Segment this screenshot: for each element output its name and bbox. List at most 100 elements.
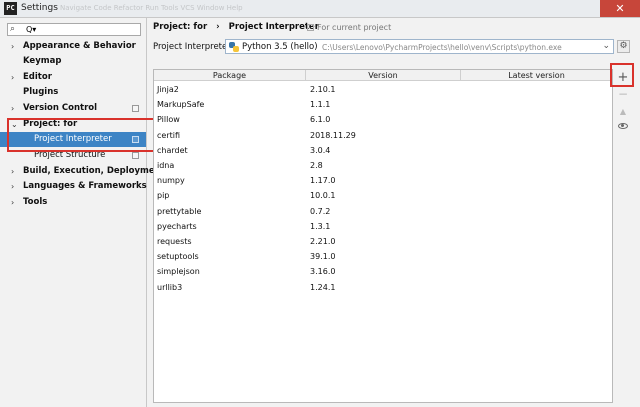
table-row[interactable]: urllib3 1.24.1 bbox=[154, 280, 612, 295]
table-row[interactable]: certifi 2018.11.29 bbox=[154, 128, 612, 143]
packages-table: Package Version Latest version Jinja2 2.1… bbox=[153, 69, 613, 403]
breadcrumb-project: Project: for bbox=[153, 22, 208, 32]
sidebar-item-label: Project Interpreter bbox=[34, 134, 112, 144]
package-name: setuptools bbox=[157, 252, 199, 262]
sidebar-item-plugins[interactable]: Plugins bbox=[0, 85, 146, 100]
sidebar-item-label: Languages & Frameworks bbox=[23, 181, 147, 191]
settings-sidebar: ⌕ › Appearance & Behavior Keymap › Edito… bbox=[0, 18, 165, 407]
package-version: 1.17.0 bbox=[310, 176, 336, 186]
close-window-button[interactable]: ✕ bbox=[600, 0, 640, 17]
table-row[interactable]: numpy 1.17.0 bbox=[154, 173, 612, 188]
expand-arrow-icon: › bbox=[11, 182, 15, 191]
table-row[interactable]: pyecharts 1.3.1 bbox=[154, 219, 612, 234]
sidebar-item-label: Plugins bbox=[23, 87, 59, 97]
window-title: Settings bbox=[21, 3, 58, 13]
column-header-latest-version[interactable]: Latest version bbox=[461, 70, 612, 81]
package-version: 1.24.1 bbox=[310, 282, 336, 292]
project-scope-icon bbox=[132, 136, 139, 143]
package-name: numpy bbox=[157, 176, 185, 186]
sidebar-item-label: Project: for bbox=[23, 119, 78, 129]
project-scope-icon bbox=[132, 105, 139, 112]
expand-arrow-icon: › bbox=[11, 73, 15, 82]
sidebar-item-project[interactable]: ⌄ Project: for bbox=[0, 117, 146, 132]
package-version: 6.1.0 bbox=[310, 115, 331, 125]
package-version: 3.16.0 bbox=[310, 267, 336, 277]
for-current-project-label: For current project bbox=[317, 23, 392, 32]
table-row[interactable]: pip 10.0.1 bbox=[154, 188, 612, 203]
page-title: Project Interpreter bbox=[228, 22, 319, 32]
package-version: 2.21.0 bbox=[310, 237, 336, 246]
background-menu-bar: Navigate Code Refactor Run Tools VCS Win… bbox=[60, 4, 243, 12]
package-name: pip bbox=[157, 191, 170, 201]
sidebar-item-label: Build, Execution, Deployment bbox=[23, 166, 165, 176]
table-row[interactable]: Pillow 6.1.0 bbox=[154, 112, 612, 127]
interpreter-name: Python 3.5 (hello) bbox=[242, 42, 318, 52]
package-name: MarkupSafe bbox=[157, 100, 205, 110]
expand-arrow-icon: › bbox=[11, 42, 15, 51]
sidebar-item-languages[interactable]: › Languages & Frameworks bbox=[0, 179, 147, 194]
interpreter-label: Project Interpreter: bbox=[153, 42, 234, 52]
interpreter-path: C:\Users\Lenovo\PycharmProjects\hello\ve… bbox=[322, 42, 562, 52]
package-name: requests bbox=[157, 237, 192, 246]
table-row[interactable]: simplejson 3.16.0 bbox=[154, 264, 612, 279]
expand-arrow-icon: › bbox=[11, 198, 15, 207]
sidebar-item-build[interactable]: › Build, Execution, Deployment bbox=[0, 164, 165, 179]
upgrade-package-button[interactable]: ▲ bbox=[616, 105, 630, 119]
table-row[interactable]: MarkupSafe 1.1.1 bbox=[154, 97, 612, 112]
column-header-version[interactable]: Version bbox=[306, 70, 461, 81]
remove-package-button[interactable]: − bbox=[616, 88, 630, 102]
collapse-arrow-icon: ⌄ bbox=[11, 120, 18, 129]
title-bar: PC Settings Navigate Code Refactor Run T… bbox=[0, 0, 640, 18]
package-version: 2018.11.29 bbox=[310, 130, 356, 140]
sidebar-item-project-interpreter[interactable]: Project Interpreter bbox=[0, 132, 146, 147]
for-current-project-note: For current project bbox=[307, 23, 391, 32]
interpreter-select[interactable]: Python 3.5 (hello) C:\Users\Lenovo\Pycha… bbox=[225, 39, 614, 54]
project-scope-icon bbox=[132, 152, 139, 159]
package-version: 3.0.4 bbox=[310, 145, 331, 155]
package-name: urllib3 bbox=[157, 282, 183, 292]
sidebar-item-label: Appearance & Behavior bbox=[23, 41, 136, 51]
package-name: Pillow bbox=[157, 115, 180, 125]
table-row[interactable]: setuptools 39.1.0 bbox=[154, 249, 612, 264]
table-row[interactable]: Jinja2 2.10.1 bbox=[154, 82, 612, 97]
package-version: 0.7.2 bbox=[310, 206, 331, 216]
expand-arrow-icon: › bbox=[11, 104, 15, 113]
package-version: 2.10.1 bbox=[310, 85, 336, 94]
table-row[interactable]: prettytable 0.7.2 bbox=[154, 204, 612, 219]
sidebar-item-version-control[interactable]: › Version Control bbox=[0, 101, 146, 116]
package-name: simplejson bbox=[157, 267, 200, 277]
python-icon bbox=[229, 42, 239, 52]
package-version: 10.0.1 bbox=[310, 191, 336, 201]
package-name: chardet bbox=[157, 145, 188, 155]
breadcrumb-separator: › bbox=[216, 22, 220, 32]
sidebar-item-label: Project Structure bbox=[34, 150, 106, 160]
sidebar-item-tools[interactable]: › Tools bbox=[0, 195, 146, 210]
column-header-package[interactable]: Package bbox=[154, 70, 306, 81]
package-version: 39.1.0 bbox=[310, 252, 336, 262]
package-version: 1.3.1 bbox=[310, 221, 331, 231]
table-row[interactable]: idna 2.8 bbox=[154, 158, 612, 173]
chevron-down-icon[interactable]: ⌄ bbox=[602, 41, 610, 51]
package-version: 2.8 bbox=[310, 161, 323, 170]
sidebar-item-appearance[interactable]: › Appearance & Behavior bbox=[0, 39, 146, 54]
table-row[interactable]: chardet 3.0.4 bbox=[154, 143, 612, 158]
settings-search-field[interactable]: ⌕ bbox=[7, 23, 141, 36]
sidebar-item-label: Version Control bbox=[23, 103, 98, 113]
sidebar-item-label: Keymap bbox=[23, 56, 62, 66]
project-scope-icon bbox=[307, 24, 314, 31]
pycharm-logo-icon: PC bbox=[4, 2, 17, 15]
expand-arrow-icon: › bbox=[11, 167, 15, 176]
package-name: certifi bbox=[157, 130, 181, 140]
package-name: idna bbox=[157, 161, 175, 170]
package-name: Jinja2 bbox=[157, 85, 179, 94]
sidebar-item-keymap[interactable]: Keymap bbox=[0, 54, 146, 69]
eye-icon[interactable] bbox=[618, 123, 628, 129]
search-input[interactable] bbox=[26, 24, 138, 35]
sidebar-item-editor[interactable]: › Editor bbox=[0, 70, 146, 85]
sidebar-item-project-structure[interactable]: Project Structure bbox=[0, 148, 146, 163]
sidebar-item-label: Editor bbox=[23, 72, 52, 82]
gear-icon[interactable]: ⚙ bbox=[617, 40, 630, 53]
search-icon: ⌕ bbox=[10, 24, 16, 34]
table-row[interactable]: requests 2.21.0 bbox=[154, 234, 612, 249]
add-package-button[interactable]: + bbox=[616, 71, 630, 85]
